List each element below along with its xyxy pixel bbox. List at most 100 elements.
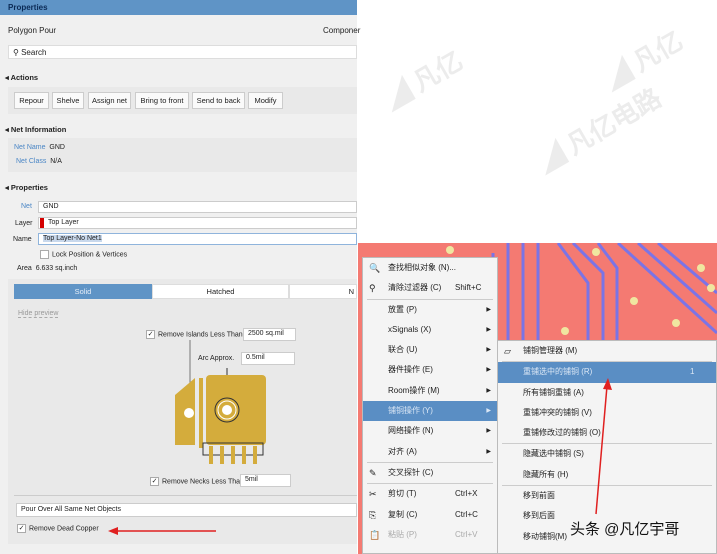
tab-solid[interactable]: Solid [14, 284, 152, 299]
menu-item-label: 网络操作 (N) [388, 426, 434, 436]
menu-item-label: Room操作 (M) [388, 385, 440, 395]
probe-icon: ✎ [369, 467, 377, 478]
layer-select[interactable]: Top Layer [38, 217, 357, 229]
modify-button[interactable]: Modify [248, 92, 283, 109]
net-name-value: GND [49, 144, 65, 151]
context-menu-item[interactable]: 器件操作 (E) ▶ [363, 360, 497, 380]
context-menu-item[interactable]: 对齐 (A) ▶ [363, 442, 497, 462]
context-menu-item[interactable]: ✂ 剪切 (T) Ctrl+X [363, 484, 497, 504]
search-icon: 🔍 [369, 263, 381, 273]
menu-item-shortcut: 1 [690, 367, 695, 377]
menu-item-label: 器件操作 (E) [388, 365, 433, 375]
paste-icon: 📋 [369, 529, 381, 540]
name-field[interactable]: Top Layer-No Net1 [38, 233, 357, 245]
net-info-header-label: Net Information [10, 125, 67, 134]
remove-dead-copper-checkbox[interactable]: ✓ Remove Dead Copper [17, 524, 99, 533]
send-to-back-button[interactable]: Send to back [192, 92, 245, 109]
lock-label: Lock Position & Vertices [52, 251, 128, 259]
menu-item-label: 对齐 (A) [388, 446, 417, 456]
context-menu-item[interactable]: 铺铜操作 (Y) ▶ [363, 401, 497, 422]
context-menu-item[interactable]: ✎ 交叉探针 (C) [363, 463, 497, 483]
context-menu-item[interactable]: 网络操作 (N) ▶ [363, 421, 497, 441]
net-field[interactable]: GND [38, 201, 357, 213]
check-icon: ✓ [150, 477, 159, 486]
properties-header-label: Properties [10, 183, 48, 192]
net-info-header[interactable]: ◂ Net Information [5, 125, 66, 134]
copy-icon: ⎘ [369, 509, 377, 520]
check-icon: ✓ [17, 524, 26, 533]
assign-net-button[interactable]: Assign net [88, 92, 131, 109]
pour-over-select[interactable]: Pour Over All Same Net Objects [16, 503, 357, 517]
context-menu-item[interactable]: ⎘ 复制 (C) Ctrl+C [363, 505, 497, 525]
watermark-logo: ◢ 凡亿 [378, 45, 468, 115]
search-input[interactable]: ⚲ Search [8, 45, 357, 59]
search-icon: ⚲ [13, 48, 22, 57]
context-menu-item[interactable]: Room操作 (M) ▶ [363, 381, 497, 401]
menu-item-label: 移到后面 [523, 511, 555, 521]
context-menu-item[interactable]: 放置 (P) ▶ [363, 300, 497, 320]
menu-item-label: 隐藏所有 (H) [523, 469, 569, 479]
menu-item-label: 剪切 (T) [388, 489, 417, 499]
layer-color-swatch [40, 218, 44, 228]
submenu-arrow-icon: ▶ [486, 347, 491, 354]
context-menu: 🔍 查找相似对象 (N)... ⚲ 清除过滤器 (C) Shift+C 放置 (P) ▶ xS… [362, 257, 498, 554]
menu-item-label: 重铺修改过的铺铜 (O) [523, 428, 601, 438]
menu-item-label: 铺铜操作 (Y) [388, 406, 433, 416]
check-icon: ✓ [146, 330, 155, 339]
shelve-button[interactable]: Shelve [52, 92, 84, 109]
layer-value: Top Layer [48, 219, 79, 226]
context-menu-item[interactable]: 联合 (U) ▶ [363, 340, 497, 360]
polygon-manager-icon: ▱ [504, 346, 511, 356]
tab-none[interactable]: N [289, 284, 357, 299]
menu-item-label: 复制 (C) [388, 509, 418, 519]
submenu-arrow-icon: ▶ [486, 428, 491, 435]
panel-title: Properties [0, 0, 357, 15]
tab-hatched[interactable]: Hatched [152, 284, 289, 299]
menu-item-label: 移到前面 [523, 491, 555, 501]
hide-preview-link[interactable]: Hide preview [18, 310, 59, 318]
red-arrow-annotation-2 [595, 378, 612, 515]
context-menu-item[interactable]: ⚲ 清除过滤器 (C) Shift+C [363, 278, 497, 298]
remove-islands-checkbox[interactable]: ✓ Remove Islands Less Than [146, 330, 243, 339]
net-name-label: Net Name [14, 144, 46, 151]
properties-header[interactable]: ◂ Properties [5, 183, 48, 192]
submenu-arrow-icon: ▶ [486, 408, 491, 415]
menu-item-label: xSignals (X) [388, 324, 432, 334]
lock-position-checkbox[interactable]: Lock Position & Vertices [40, 250, 127, 259]
menu-item-label: 联合 (U) [388, 345, 418, 355]
context-menu-item[interactable]: 📋 粘贴 (P) Ctrl+V [363, 525, 497, 545]
menu-item-label: 粘贴 (P) [388, 529, 417, 539]
context-menu-item[interactable]: xSignals (X) ▶ [363, 320, 497, 340]
area-label: Area [17, 265, 32, 272]
menu-item-label: 交叉探针 (C) [388, 467, 434, 477]
submenu-item[interactable]: ▱ 铺铜管理器 (M) [498, 341, 716, 361]
layer-label: Layer [15, 220, 33, 227]
net-class-value: N/A [50, 158, 62, 165]
submenu-arrow-icon: ▶ [486, 448, 491, 455]
context-menu-item[interactable]: 🔍 查找相似对象 (N)... [363, 258, 497, 278]
checkbox-icon [40, 250, 49, 259]
menu-item-shortcut: Ctrl+V [455, 529, 478, 539]
remove-necks-input[interactable]: 5mil [240, 474, 291, 487]
menu-item-shortcut: Ctrl+C [455, 509, 478, 519]
net-label: Net [21, 203, 32, 210]
net-class-label: Net Class [16, 158, 47, 165]
name-label: Name [13, 236, 32, 243]
submenu-arrow-icon: ▶ [486, 387, 491, 394]
menu-item-label: 查找相似对象 (N)... [388, 263, 456, 272]
menu-item-label: 隐藏选中铺铜 (S) [523, 449, 584, 459]
scissors-icon: ✂ [369, 489, 377, 500]
search-placeholder: Search [21, 48, 47, 57]
watermark-text: 头条 @凡亿宇哥 [570, 521, 680, 538]
repour-button[interactable]: Repour [14, 92, 49, 109]
remove-necks-label: Remove Necks Less Than [162, 478, 244, 486]
filter-clear-icon: ⚲ [369, 283, 376, 294]
remove-necks-checkbox[interactable]: ✓ Remove Necks Less Than [150, 477, 244, 486]
name-value: Top Layer-No Net1 [43, 235, 102, 242]
components-tab[interactable]: Componer [323, 26, 360, 35]
bring-to-front-button[interactable]: Bring to front [135, 92, 189, 109]
area-value: 6.633 sq.inch [35, 265, 78, 272]
watermark-logo: ◢ 凡亿电路 [532, 82, 667, 178]
actions-header[interactable]: ◂ Actions [5, 73, 38, 82]
menu-item-label: 铺铜管理器 (M) [523, 346, 578, 355]
